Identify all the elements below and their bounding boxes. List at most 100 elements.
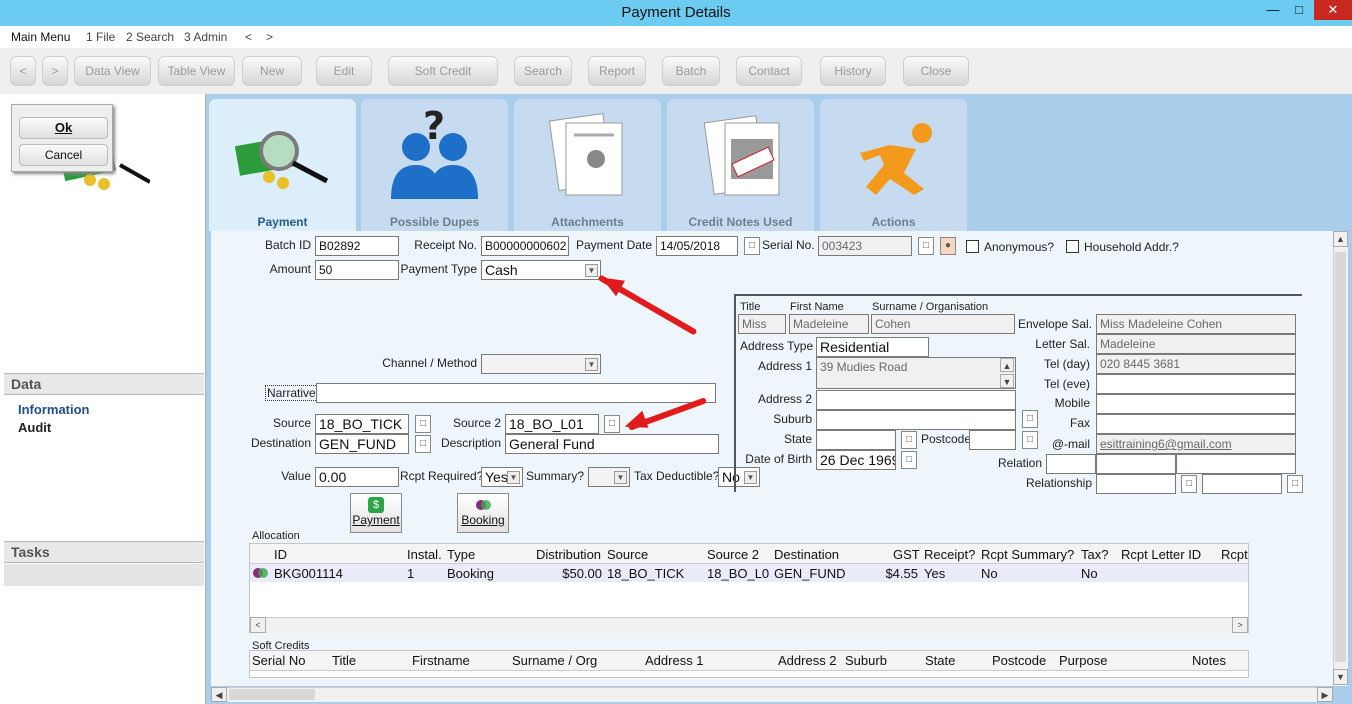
chevron-down-icon[interactable]: ▼: [507, 471, 520, 484]
relation-field-3[interactable]: [1176, 454, 1296, 474]
description-field[interactable]: General Fund: [505, 434, 719, 454]
col-title[interactable]: Title: [332, 653, 356, 668]
allocation-hscrollbar[interactable]: [250, 617, 1248, 633]
col-tax[interactable]: Tax?: [1081, 547, 1108, 562]
dob-field[interactable]: 26 Dec 1969: [816, 450, 896, 470]
suburb-field[interactable]: [816, 410, 1016, 430]
col-instal[interactable]: Instal.: [407, 547, 442, 562]
relationship-lookup-icon[interactable]: □: [1181, 475, 1197, 493]
rcpt-required-select[interactable]: Yes ▼: [481, 467, 523, 487]
address2-field[interactable]: [816, 390, 1016, 410]
scroll-down-icon[interactable]: ▼: [1000, 374, 1014, 388]
household-checkbox[interactable]: [1066, 240, 1079, 253]
col-address1[interactable]: Address 1: [645, 653, 704, 668]
forward-button[interactable]: >: [42, 56, 68, 86]
batch-id-field[interactable]: B02892: [315, 236, 399, 256]
calendar-icon[interactable]: □: [744, 237, 760, 255]
batch-button[interactable]: Batch: [662, 56, 720, 86]
col-address2[interactable]: Address 2: [778, 653, 837, 668]
col-serial-no[interactable]: Serial No: [252, 653, 305, 668]
relation-field-2[interactable]: [1096, 454, 1176, 474]
col-destination[interactable]: Destination: [774, 547, 839, 562]
col-type[interactable]: Type: [447, 547, 475, 562]
col-source[interactable]: Source: [607, 547, 648, 562]
tab-actions[interactable]: Actions: [820, 99, 967, 231]
cancel-button[interactable]: Cancel: [19, 144, 108, 166]
source-field[interactable]: 18_BO_TICK: [315, 414, 409, 434]
booking-button[interactable]: Booking: [457, 493, 509, 533]
menu-main[interactable]: Main Menu: [11, 30, 70, 44]
history-button[interactable]: History: [820, 56, 886, 86]
scroll-left-icon[interactable]: <: [250, 617, 266, 633]
menu-prev[interactable]: <: [245, 30, 252, 44]
menu-file[interactable]: 1 File: [86, 30, 115, 44]
col-notes[interactable]: Notes: [1192, 653, 1226, 668]
chevron-down-icon[interactable]: ▼: [585, 264, 598, 277]
soft-credit-button[interactable]: Soft Credit: [388, 56, 498, 86]
search-button[interactable]: Search: [514, 56, 572, 86]
relationship-field-2[interactable]: [1202, 474, 1282, 494]
channel-select[interactable]: ▼: [481, 354, 601, 374]
fax-field[interactable]: [1096, 414, 1296, 434]
state-field[interactable]: [816, 430, 896, 450]
col-purpose[interactable]: Purpose: [1059, 653, 1107, 668]
maximize-icon[interactable]: □: [1282, 0, 1316, 20]
col-postcode[interactable]: Postcode: [992, 653, 1046, 668]
contact-title-field[interactable]: Miss: [738, 314, 786, 334]
calendar-icon[interactable]: □: [901, 451, 917, 469]
postcode-field[interactable]: [969, 430, 1016, 450]
col-surname-org[interactable]: Surname / Org: [512, 653, 597, 668]
amount-field[interactable]: 50: [315, 260, 399, 280]
table-view-button[interactable]: Table View: [158, 56, 235, 86]
relationship-field-1[interactable]: [1096, 474, 1176, 494]
destination-lookup-icon[interactable]: □: [415, 435, 431, 453]
ok-button[interactable]: Ok: [19, 117, 108, 139]
source2-field[interactable]: 18_BO_L01: [505, 414, 599, 434]
serial-no-field[interactable]: 003423: [818, 236, 912, 256]
address1-field[interactable]: 39 Mudies Road: [816, 357, 1016, 389]
hscroll-thumb[interactable]: [229, 689, 315, 700]
menu-admin[interactable]: 3 Admin: [184, 30, 227, 44]
letter-sal-field[interactable]: Madeleine: [1096, 334, 1296, 354]
menu-next[interactable]: >: [266, 30, 273, 44]
col-gst[interactable]: GST: [893, 547, 920, 562]
col-firstname[interactable]: Firstname: [412, 653, 470, 668]
tab-credit-notes-used[interactable]: Credit Notes Used: [667, 99, 814, 231]
state-lookup-icon[interactable]: □: [901, 431, 917, 449]
new-button[interactable]: New: [242, 56, 302, 86]
tab-payment[interactable]: Payment: [209, 99, 356, 231]
col-distribution[interactable]: Distribution: [536, 547, 601, 562]
tel-eve-field[interactable]: [1096, 374, 1296, 394]
contact-button[interactable]: Contact: [736, 56, 802, 86]
contact-lookup-icon[interactable]: ●: [940, 237, 956, 255]
menu-search[interactable]: 2 Search: [126, 30, 174, 44]
scroll-up-icon[interactable]: ▲: [1333, 231, 1348, 247]
col-rcpt-summary[interactable]: Rcpt Summary?: [981, 547, 1074, 562]
scroll-right-icon[interactable]: ▶: [1317, 687, 1333, 702]
col-receipt[interactable]: Receipt?: [924, 547, 975, 562]
source-lookup-icon[interactable]: □: [415, 415, 431, 433]
value-field[interactable]: 0.00: [315, 467, 399, 487]
email-field[interactable]: esittraining6@gmail.com: [1096, 434, 1296, 454]
source2-lookup-icon[interactable]: □: [604, 415, 620, 433]
mobile-field[interactable]: [1096, 394, 1296, 414]
anonymous-checkbox[interactable]: [966, 240, 979, 253]
col-state[interactable]: State: [925, 653, 955, 668]
chevron-down-icon[interactable]: ▼: [614, 471, 627, 484]
tab-attachments[interactable]: Attachments: [514, 99, 661, 231]
sidebar-item-audit[interactable]: Audit: [18, 420, 51, 435]
payment-type-select[interactable]: Cash ▼: [481, 260, 601, 280]
col-source2[interactable]: Source 2: [707, 547, 759, 562]
col-rcpt-letter-id[interactable]: Rcpt Letter ID: [1121, 547, 1201, 562]
col-rcpt[interactable]: Rcpt: [1221, 547, 1248, 562]
receipt-no-field[interactable]: B00000000602: [481, 236, 569, 256]
data-view-button[interactable]: Data View: [74, 56, 151, 86]
address-type-field[interactable]: Residential: [816, 337, 929, 357]
vscroll-thumb[interactable]: [1335, 252, 1346, 662]
scroll-down-icon[interactable]: ▼: [1333, 669, 1348, 685]
payment-date-field[interactable]: 14/05/2018: [656, 236, 738, 256]
report-button[interactable]: Report: [588, 56, 646, 86]
col-id[interactable]: ID: [274, 547, 287, 562]
col-suburb[interactable]: Suburb: [845, 653, 887, 668]
relationship-lookup-icon[interactable]: □: [1287, 475, 1303, 493]
